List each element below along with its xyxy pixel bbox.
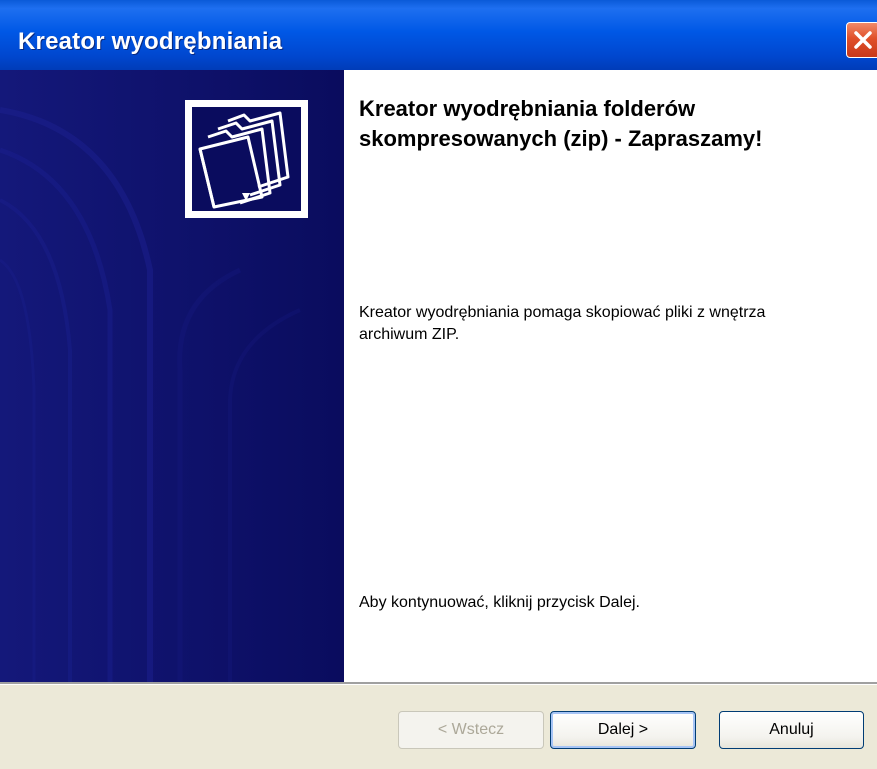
close-icon <box>854 31 872 49</box>
wizard-hint: Aby kontynuować, kliknij przycisk Dalej. <box>359 594 640 611</box>
wizard-heading: Kreator wyodrębniania folderów skompreso… <box>359 96 763 151</box>
back-button[interactable]: < Wstecz <box>398 711 544 749</box>
wizard-logo-frame <box>185 100 308 218</box>
wizard-window: Kreator wyodrębniania Kreator wyodrębnia… <box>0 0 877 769</box>
wizard-content: Kreator wyodrębniania folderów skompreso… <box>344 70 877 682</box>
next-button[interactable]: Dalej > <box>550 711 696 749</box>
window-title: Kreator wyodrębniania <box>18 28 283 55</box>
wizard-footer: < Wstecz Dalej > Anuluj <box>0 685 877 769</box>
wizard-sidebar <box>0 70 344 682</box>
wizard-description: Kreator wyodrębniania pomaga skopiować p… <box>359 304 766 343</box>
cancel-button[interactable]: Anuluj <box>719 711 864 749</box>
close-button[interactable] <box>846 22 877 58</box>
title-bar[interactable]: Kreator wyodrębniania <box>0 0 877 70</box>
zip-folders-icon <box>198 111 290 209</box>
